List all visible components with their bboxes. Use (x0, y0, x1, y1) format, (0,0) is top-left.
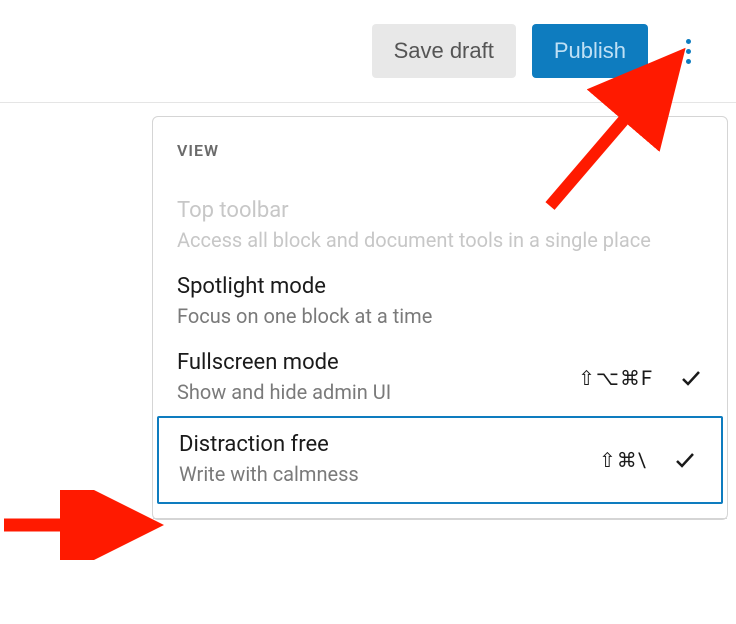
keyboard-shortcut: ⇧⌥⌘F (578, 366, 653, 390)
more-vertical-icon (686, 39, 691, 44)
menu-item-distraction-free[interactable]: Distraction free Write with calmness ⇧⌘\ (157, 416, 723, 504)
save-draft-button[interactable]: Save draft (372, 24, 516, 78)
editor-toolbar: Save draft Publish (0, 0, 736, 103)
publish-button[interactable]: Publish (532, 24, 648, 78)
menu-item-top-toolbar[interactable]: Top toolbar Access all block and documen… (153, 188, 727, 264)
menu-item-description: Access all block and document tools in a… (177, 227, 703, 254)
annotation-arrow-icon (0, 490, 168, 560)
menu-item-fullscreen-mode[interactable]: Fullscreen mode Show and hide admin UI ⇧… (153, 340, 727, 416)
more-options-button[interactable] (664, 27, 712, 75)
menu-item-spotlight-mode[interactable]: Spotlight mode Focus on one block at a t… (153, 264, 727, 340)
options-dropdown: VIEW Top toolbar Access all block and do… (152, 116, 728, 520)
keyboard-shortcut: ⇧⌘\ (599, 448, 647, 472)
menu-item-title: Spotlight mode (177, 274, 703, 299)
check-icon (679, 366, 703, 390)
dropdown-section-header: VIEW (153, 141, 727, 188)
check-icon (673, 448, 697, 472)
menu-divider (153, 518, 727, 519)
menu-item-title: Top toolbar (177, 198, 703, 223)
menu-item-description: Focus on one block at a time (177, 303, 703, 330)
